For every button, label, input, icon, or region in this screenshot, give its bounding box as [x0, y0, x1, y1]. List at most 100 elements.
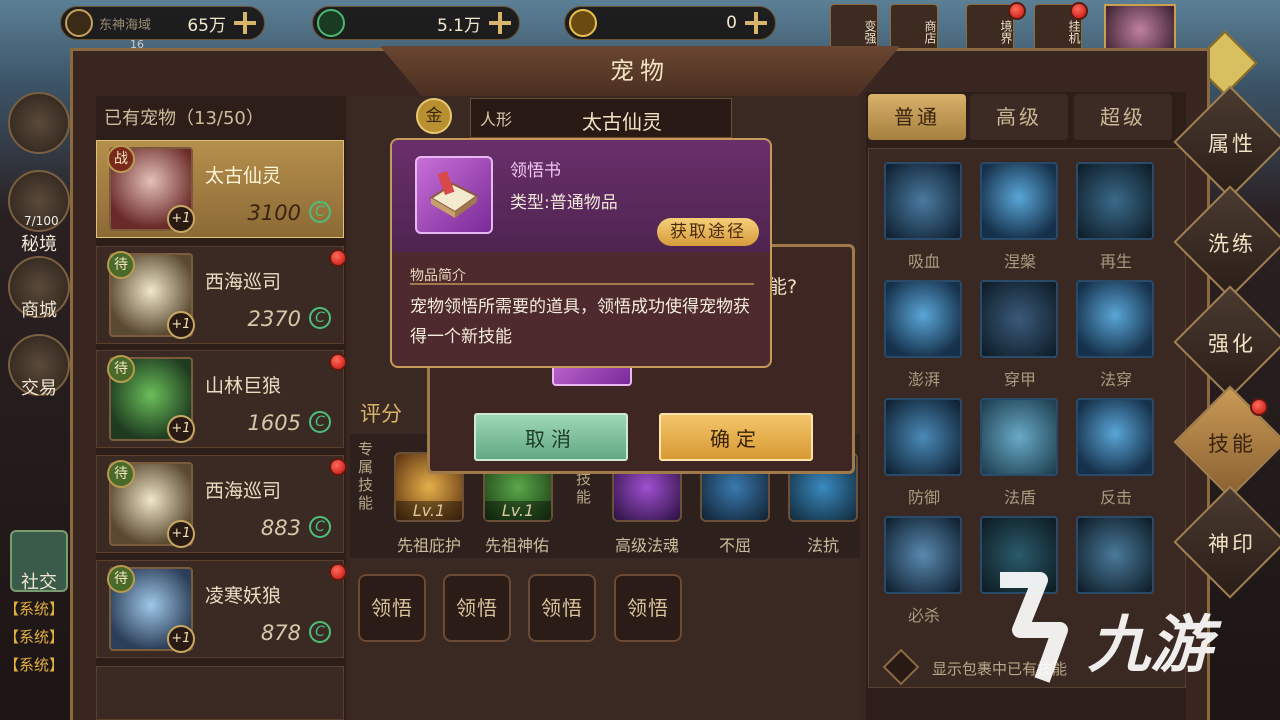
- item-name: 领悟书: [510, 161, 561, 181]
- tab-enhance-label: 强化: [1208, 332, 1256, 356]
- pet-card[interactable]: 待 +1 西海巡司 2370 C: [96, 246, 347, 344]
- tab-super[interactable]: 超级: [1074, 94, 1172, 140]
- power-icon: C: [309, 307, 331, 329]
- skill-name: 法盾: [1003, 488, 1036, 507]
- system-msg: 【系统】: [4, 600, 65, 618]
- pet-name: 凌寒妖狼: [205, 585, 282, 607]
- shield-skill-icon[interactable]: [884, 398, 962, 476]
- critical-skill-icon[interactable]: [884, 516, 962, 594]
- upgrade-badge: +1: [167, 625, 195, 653]
- skill-name: 先祖庇护: [396, 536, 461, 555]
- resource-gold-bar: 0: [564, 6, 776, 40]
- pet-avatar: 待 +1: [107, 565, 195, 653]
- skill-level: Lv.1: [396, 501, 462, 520]
- pet-power: 1605: [247, 411, 301, 435]
- resource-area-bar: 东神海域 65万: [60, 6, 265, 40]
- pet-avatar: 待 +1: [107, 460, 195, 548]
- magic-pierce-skill-icon[interactable]: [1076, 280, 1154, 358]
- add-icon[interactable]: [745, 12, 767, 34]
- learn-button[interactable]: 领悟: [528, 574, 596, 642]
- pet-name: 西海巡司: [205, 480, 282, 502]
- cancel-button[interactable]: 取消: [474, 413, 628, 461]
- secret-realm-label: 秘境: [21, 234, 57, 255]
- battle-tag: 战: [107, 145, 135, 173]
- pet-avatar: 待 +1: [107, 355, 195, 443]
- rating-label: 评分: [360, 402, 402, 426]
- pet-power: 2370: [247, 307, 301, 331]
- skill-label: 技能: [576, 470, 592, 506]
- skill-name: 先祖神佑: [484, 536, 549, 555]
- pet-card[interactable]: 待 +1 凌寒妖狼 878 C: [96, 560, 347, 658]
- skill-name: 穿甲: [1003, 370, 1036, 389]
- skill-name: 法抗: [806, 536, 839, 555]
- jade-icon: [317, 9, 345, 37]
- magic-shield-skill-icon[interactable]: [980, 398, 1058, 476]
- notification-dot: [329, 353, 347, 371]
- item-description: 宠物领悟所需要的道具，领悟成功使得宠物获得一个新技能: [410, 297, 750, 347]
- event-icon[interactable]: [8, 92, 70, 154]
- notification-dot: [1008, 2, 1026, 20]
- pet-avatar: 战 +1: [107, 145, 195, 233]
- pet-power: 883: [260, 516, 301, 540]
- tab-advanced[interactable]: 高级: [970, 94, 1068, 140]
- add-icon[interactable]: [489, 12, 511, 34]
- jiuyou-logo-icon: [1000, 572, 1068, 683]
- pet-card[interactable]: 待 +1 山林巨狼 1605 C: [96, 350, 347, 448]
- tab-refine-label: 洗练: [1208, 232, 1256, 256]
- gold-ingot-icon: [569, 9, 597, 37]
- area-label: 东神海域: [99, 17, 152, 33]
- surge-skill-icon[interactable]: [884, 280, 962, 358]
- pet-name: 山林巨狼: [205, 375, 282, 397]
- counter-skill-icon[interactable]: [1076, 398, 1154, 476]
- system-msg: 【系统】: [4, 628, 65, 646]
- skill-book-icon: [415, 156, 493, 234]
- confirm-question: 能?: [768, 276, 798, 298]
- leaf-skill-icon[interactable]: [1076, 162, 1154, 240]
- learn-button[interactable]: 领悟: [358, 574, 426, 642]
- skill-name: 不屈: [718, 536, 751, 555]
- pet-card[interactable]: 待 +1 西海巡司 883 C: [96, 455, 347, 553]
- watermark-text: 九游: [1088, 608, 1213, 681]
- armor-pierce-skill-icon[interactable]: [980, 280, 1058, 358]
- confirm-button[interactable]: 确定: [659, 413, 813, 461]
- skill-name: 高级法魂: [614, 536, 679, 555]
- standby-tag: 待: [107, 565, 135, 593]
- bat-skill-icon[interactable]: [884, 162, 962, 240]
- notification-dot: [329, 458, 347, 476]
- gold-rank-badge: 金: [416, 98, 452, 134]
- skill-name: 吸血: [907, 252, 940, 271]
- power-icon: C: [309, 201, 331, 223]
- tab-attributes-label: 属性: [1208, 132, 1256, 156]
- secret-realm-progress: 7/100: [24, 214, 59, 228]
- pet-card[interactable]: [96, 666, 344, 720]
- phoenix-skill-icon[interactable]: [980, 162, 1058, 240]
- tab-normal[interactable]: 普通: [868, 94, 966, 140]
- notification-dot: [1070, 2, 1088, 20]
- tab-seal-label: 神印: [1208, 532, 1256, 556]
- exclusive-skill-label: 专属技能: [358, 440, 374, 512]
- pet-detail-name: 太古仙灵: [582, 110, 662, 134]
- resource-value-3: 0: [726, 13, 737, 33]
- trade-label: 交易: [21, 378, 57, 399]
- standby-tag: 待: [107, 251, 135, 279]
- standby-tag: 待: [107, 355, 135, 383]
- resource-value-2: 5.1万: [436, 15, 481, 36]
- pet-power: 878: [260, 621, 301, 645]
- pet-count-header: 已有宠物（13/50）: [104, 108, 264, 129]
- upgrade-badge: +1: [167, 415, 195, 443]
- social-label: 社交: [21, 572, 57, 593]
- realm-button[interactable]: 境界: [966, 4, 1014, 54]
- add-icon[interactable]: [234, 12, 256, 34]
- learn-button[interactable]: 领悟: [443, 574, 511, 642]
- skill-level: Lv.1: [485, 501, 551, 520]
- upgrade-badge: +1: [167, 520, 195, 548]
- learn-button[interactable]: 领悟: [614, 574, 682, 642]
- skill-name: 反击: [1099, 488, 1132, 507]
- notification-dot: [1250, 398, 1268, 416]
- get-source-button[interactable]: 获取途径: [657, 218, 759, 246]
- skill-name: 必杀: [907, 606, 940, 625]
- tab-skills-label: 技能: [1208, 432, 1256, 456]
- pet-power: 3100: [247, 201, 301, 225]
- pet-card[interactable]: 战 +1 太古仙灵 3100 C: [96, 140, 344, 238]
- pet-name: 西海巡司: [205, 271, 282, 293]
